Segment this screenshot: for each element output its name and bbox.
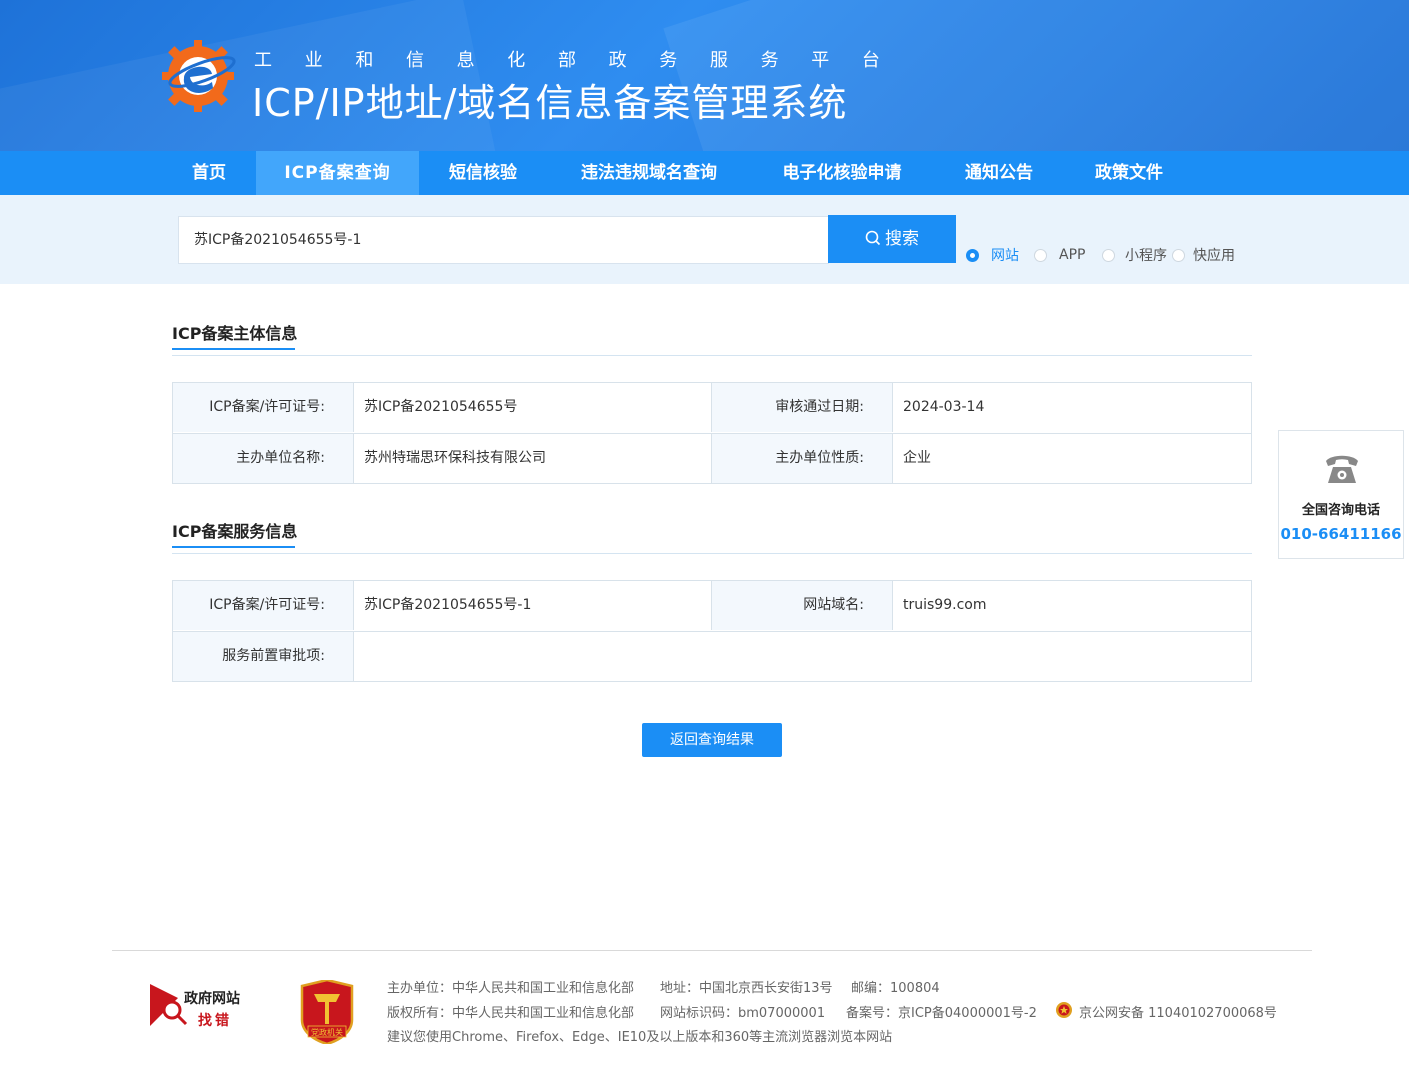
search-button[interactable]: 搜索 [828, 215, 956, 263]
approval-date-label: 审核通过日期: [712, 383, 893, 432]
search-button-label: 搜索 [885, 229, 919, 249]
gov-site-error-report-link[interactable]: 政府网站 找错 [148, 982, 248, 1030]
subtitle-char: 业 [304, 50, 323, 71]
subject-section-title: ICP备案主体信息 [172, 320, 298, 350]
license-number-label: ICP备案/许可证号: [173, 383, 354, 432]
table-row: ICP备案/许可证号: 苏ICP备2021054655号 审核通过日期: 202… [173, 383, 1251, 433]
subtitle-char: 化 [507, 50, 526, 71]
radio-app[interactable]: APP [1034, 245, 1085, 265]
footer-divider [112, 950, 1312, 951]
miit-logo-icon [162, 40, 236, 112]
error-report-label: 找错 [198, 1013, 232, 1029]
radio-website[interactable]: 网站 [966, 245, 1019, 265]
back-to-results-button[interactable]: 返回查询结果 [642, 723, 782, 757]
party-government-badge-icon[interactable]: 党政机关 [300, 980, 354, 1044]
nav-home[interactable]: 首页 [167, 151, 251, 195]
license-number-value: 苏ICP备2021054655号 [354, 383, 712, 432]
radio-label: 快应用 [1193, 248, 1235, 264]
organizer-name-label: 主办单位名称: [173, 434, 354, 483]
divider [172, 355, 1252, 356]
police-badge-icon [1056, 1002, 1072, 1018]
title-underline [172, 348, 295, 350]
footer-postcode: 邮编：100804 [851, 981, 940, 996]
radio-label: 小程序 [1125, 248, 1167, 264]
footer-icp-record[interactable]: 备案号：京ICP备04000001号-2 [846, 1002, 1037, 1021]
nav-electronic-verify[interactable]: 电子化核验申请 [762, 151, 922, 195]
radio-dot [1034, 248, 1047, 262]
telephone-icon [1326, 455, 1358, 483]
gov-site-error-icon [150, 984, 188, 1026]
subtitle-char: 务 [659, 50, 678, 71]
nav-illegal-domain-query[interactable]: 违法违规域名查询 [560, 151, 738, 195]
nav-policy[interactable]: 政策文件 [1074, 151, 1184, 195]
section-title-text: ICP备案服务信息 [172, 522, 298, 541]
domain-value: truis99.com [893, 581, 1251, 630]
subtitle-char: 工 [254, 50, 272, 71]
footer-police-record[interactable]: 京公网安备 11040102700068号 [1079, 1002, 1277, 1021]
pre-approval-label: 服务前置审批项: [173, 632, 354, 681]
footer-browser-tip: 建议您使用Chrome、Firefox、Edge、IE10及以上版本和360等主… [387, 1030, 893, 1045]
footer-site-code: 网站标识码：bm07000001 [660, 1006, 826, 1021]
subtitle-char: 政 [608, 50, 627, 71]
nav-notices[interactable]: 通知公告 [944, 151, 1054, 195]
radio-mini-program[interactable]: 小程序 [1102, 245, 1167, 265]
header-banner: 工 业 和 信 息 化 部 政 务 服 务 平 台 ICP/IP地址/域名信息备案管理系统 [0, 0, 1409, 151]
gov-site-label: 政府网站 [184, 991, 240, 1007]
subtitle-char: 部 [557, 50, 576, 71]
table-row: 服务前置审批项: [173, 631, 1251, 681]
service-info-table: ICP备案/许可证号: 苏ICP备2021054655号-1 网站域名: tru… [172, 580, 1252, 682]
radio-quick-app[interactable]: 快应用 [1172, 245, 1235, 265]
footer-address: 地址：中国北京西长安街13号 [660, 981, 833, 996]
footer-copyright: 版权所有：中华人民共和国工业和信息化部 [387, 1006, 635, 1021]
approval-date-value: 2024-03-14 [893, 383, 1251, 432]
subtitle-char: 息 [456, 50, 475, 71]
consult-label: 全国咨询电话 [1301, 503, 1380, 518]
subtitle-char: 台 [861, 50, 880, 71]
main-nav: 首页 ICP备案查询 短信核验 违法违规域名查询 电子化核验申请 通知公告 政策… [0, 151, 1409, 195]
nav-icp-query[interactable]: ICP备案查询 [256, 151, 419, 195]
section-title-text: ICP备案主体信息 [172, 324, 298, 343]
radio-label: 网站 [991, 248, 1019, 264]
pre-approval-value [354, 632, 1251, 681]
radio-label: APP [1059, 247, 1086, 263]
platform-subtitle: 工业和信息化部政务服务平台 [254, 46, 880, 72]
service-license-value: 苏ICP备2021054655号-1 [354, 581, 712, 630]
service-section-title: ICP备案服务信息 [172, 518, 298, 548]
subtitle-char: 服 [709, 50, 728, 71]
service-license-label: ICP备案/许可证号: [173, 581, 354, 630]
subtitle-char: 和 [355, 50, 374, 71]
title-underline [172, 546, 295, 548]
consult-hotline-widget[interactable]: 全国咨询电话 010-66411166 [1278, 430, 1404, 559]
table-row: ICP备案/许可证号: 苏ICP备2021054655号-1 网站域名: tru… [173, 581, 1251, 631]
radio-dot [1102, 248, 1115, 262]
subtitle-char: 信 [405, 50, 424, 71]
radio-dot [966, 248, 979, 262]
consult-phone-number: 010-66411166 [1280, 525, 1402, 543]
subject-info-table: ICP备案/许可证号: 苏ICP备2021054655号 审核通过日期: 202… [172, 382, 1252, 484]
system-title: ICP/IP地址/域名信息备案管理系统 [252, 81, 848, 125]
search-area: 苏ICP备2021054655号-1 搜索 网站 APP 小程序 快应用 [0, 195, 1409, 284]
organizer-type-value: 企业 [893, 434, 1251, 483]
domain-label: 网站域名: [712, 581, 893, 630]
radio-dot [1172, 248, 1185, 262]
search-icon [865, 230, 881, 246]
party-badge-text: 党政机关 [311, 1027, 343, 1037]
subtitle-char: 务 [760, 50, 779, 71]
organizer-type-label: 主办单位性质: [712, 434, 893, 483]
search-input[interactable]: 苏ICP备2021054655号-1 [178, 216, 829, 264]
nav-sms-verify[interactable]: 短信核验 [428, 151, 538, 195]
footer-organizer: 主办单位：中华人民共和国工业和信息化部 [387, 981, 635, 996]
organizer-name-value: 苏州特瑞思环保科技有限公司 [354, 434, 712, 483]
divider [172, 553, 1252, 554]
subtitle-char: 平 [811, 50, 830, 71]
table-row: 主办单位名称: 苏州特瑞思环保科技有限公司 主办单位性质: 企业 [173, 433, 1251, 483]
